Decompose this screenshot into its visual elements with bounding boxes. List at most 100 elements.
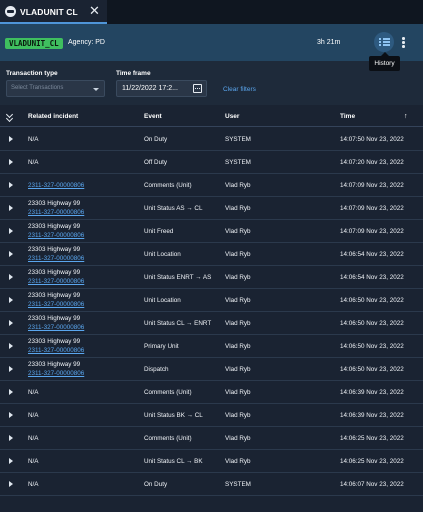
table-row[interactable]: 23303 Highway 99 2311-327-00000806 Primary… (0, 335, 423, 358)
column-time[interactable]: Time (340, 113, 355, 120)
user-cell: Vlad Ryb (225, 274, 251, 281)
user-cell: Vlad Ryb (225, 297, 251, 304)
event-cell: Unit Freed (144, 228, 174, 235)
user-cell: Vlad Ryb (225, 320, 251, 327)
calendar-icon[interactable] (190, 81, 205, 96)
user-cell: Vlad Ryb (225, 343, 251, 350)
table-row[interactable]: 2311-327-00000806 Comments (Unit) Vlad Ryb… (0, 174, 423, 197)
user-cell: Vlad Ryb (225, 389, 251, 396)
time-cell: 14:07:50 Nov 23, 2022 (340, 136, 404, 143)
time-cell: 14:06:50 Nov 23, 2022 (340, 343, 404, 350)
event-cell: Comments (Unit) (144, 182, 192, 189)
event-cell: On Duty (144, 136, 168, 143)
chevron-right-icon[interactable] (9, 182, 13, 188)
clear-filters-link[interactable]: Clear filters (223, 86, 256, 93)
incident-na: N/A (28, 412, 39, 419)
time-cell: 14:06:54 Nov 23, 2022 (340, 274, 404, 281)
time-cell: 14:06:50 Nov 23, 2022 (340, 320, 404, 327)
incident-link[interactable]: 2311-327-00000806 (28, 232, 84, 239)
table-row[interactable]: 23303 Highway 99 2311-327-00000806 Unit Lo… (0, 289, 423, 312)
table-row[interactable]: N/A Comments (Unit) Vlad Ryb 14:06:25 Nov 2… (0, 427, 423, 450)
chevron-right-icon[interactable] (9, 228, 13, 234)
chevron-right-icon[interactable] (9, 389, 13, 395)
agency-label: Agency: PD (68, 39, 105, 46)
column-event[interactable]: Event (144, 113, 162, 120)
kebab-dot (402, 45, 405, 48)
event-cell: Unit Location (144, 297, 181, 304)
more-options-icon[interactable] (400, 35, 406, 49)
unit-badge: VLADUNIT_CL (5, 38, 63, 49)
incident-link[interactable]: 2311-327-00000806 (28, 347, 84, 354)
table-row[interactable]: N/A Unit Status BK → CL Vlad Ryb 14:06:39 N… (0, 404, 423, 427)
event-cell: Dispatch (144, 366, 169, 373)
incident-link[interactable]: 2311-327-00000806 (28, 209, 84, 216)
chevron-right-icon[interactable] (9, 159, 13, 165)
chevron-right-icon[interactable] (9, 481, 13, 487)
table-row[interactable]: 23303 Highway 99 2311-327-00000806 Unit St… (0, 197, 423, 220)
table-row[interactable]: N/A Off Duty SYSTEM 14:07:20 Nov 23, 2022 (0, 151, 423, 174)
transaction-type-select[interactable]: Select Transactions (6, 80, 105, 97)
table-row[interactable]: N/A On Duty SYSTEM 14:07:50 Nov 23, 2022 (0, 128, 423, 151)
column-related-incident[interactable]: Related incident (28, 113, 78, 120)
incident-link[interactable]: 2311-327-00000806 (28, 182, 84, 189)
table-row[interactable]: N/A Unit Status CL → BK Vlad Ryb 14:06:25 N… (0, 450, 423, 473)
chevron-right-icon[interactable] (9, 205, 13, 211)
chevron-right-icon[interactable] (9, 412, 13, 418)
column-user[interactable]: User (225, 113, 239, 120)
chevron-down-icon (5, 114, 14, 123)
list-icon-line (383, 41, 390, 43)
tab-vladunit-cl[interactable]: VLADUNIT CL ✕ (0, 0, 107, 24)
table-row[interactable]: 23303 Highway 99 2311-327-00000806 Unit St… (0, 266, 423, 289)
chevron-right-icon[interactable] (9, 136, 13, 142)
time-cell: 14:06:50 Nov 23, 2022 (340, 366, 404, 373)
calendar-icon-body (193, 84, 202, 93)
table-row[interactable]: N/A Comments (Unit) Vlad Ryb 14:06:39 Nov 2… (0, 381, 423, 404)
chevron-right-icon[interactable] (9, 435, 13, 441)
chevron-right-icon[interactable] (9, 251, 13, 257)
incident-na: N/A (28, 458, 39, 465)
incident-na: N/A (28, 159, 39, 166)
chevron-right-icon[interactable] (9, 320, 13, 326)
time-cell: 14:07:09 Nov 23, 2022 (340, 228, 404, 235)
close-icon[interactable]: ✕ (89, 3, 100, 19)
chevron-right-icon[interactable] (9, 274, 13, 280)
table-row[interactable]: 23303 Highway 99 2311-327-00000806 Unit Fr… (0, 220, 423, 243)
chevron-right-icon[interactable] (9, 458, 13, 464)
user-cell: Vlad Ryb (225, 251, 251, 258)
history-button[interactable] (374, 32, 394, 52)
event-cell: Unit Status AS → CL (144, 205, 203, 212)
incident-na: N/A (28, 481, 39, 488)
user-cell: SYSTEM (225, 481, 251, 488)
history-tooltip: History (369, 52, 400, 71)
incident-link[interactable]: 2311-327-00000806 (28, 301, 84, 308)
user-cell: Vlad Ryb (225, 435, 251, 442)
time-cell: 14:06:39 Nov 23, 2022 (340, 412, 404, 419)
kebab-dot (402, 37, 405, 40)
kebab-dot (402, 41, 405, 44)
chevron-right-icon[interactable] (9, 366, 13, 372)
time-cell: 14:06:25 Nov 23, 2022 (340, 458, 404, 465)
time-cell: 14:06:54 Nov 23, 2022 (340, 251, 404, 258)
user-cell: Vlad Ryb (225, 205, 251, 212)
event-cell: Comments (Unit) (144, 435, 192, 442)
expand-all-icon[interactable] (5, 110, 14, 123)
chevron-right-icon[interactable] (9, 343, 13, 349)
chevron-right-icon[interactable] (9, 297, 13, 303)
unit-icon (5, 6, 16, 17)
time-cell: 14:06:39 Nov 23, 2022 (340, 389, 404, 396)
table-row[interactable]: N/A On Duty SYSTEM 14:06:07 Nov 23, 2022 (0, 473, 423, 496)
incident-link[interactable]: 2311-327-00000806 (28, 278, 84, 285)
table-row[interactable]: 23303 Highway 99 2311-327-00000806 Dispatc… (0, 358, 423, 381)
incident-link[interactable]: 2311-327-00000806 (28, 324, 84, 331)
time-cell: 14:07:20 Nov 23, 2022 (340, 159, 404, 166)
incident-address: 23303 Highway 99 (28, 292, 81, 299)
incident-na: N/A (28, 435, 39, 442)
incident-link[interactable]: 2311-327-00000806 (28, 255, 84, 262)
sort-ascending-icon[interactable]: ↑ (404, 113, 408, 120)
table-row[interactable]: 23303 Highway 99 2311-327-00000806 Unit Lo… (0, 243, 423, 266)
time-frame-value: 11/22/2022 17:2... (122, 85, 178, 92)
user-cell: Vlad Ryb (225, 458, 251, 465)
incident-link[interactable]: 2311-327-00000806 (28, 370, 84, 377)
table-row[interactable]: 23303 Highway 99 2311-327-00000806 Unit St… (0, 312, 423, 335)
user-cell: Vlad Ryb (225, 228, 251, 235)
